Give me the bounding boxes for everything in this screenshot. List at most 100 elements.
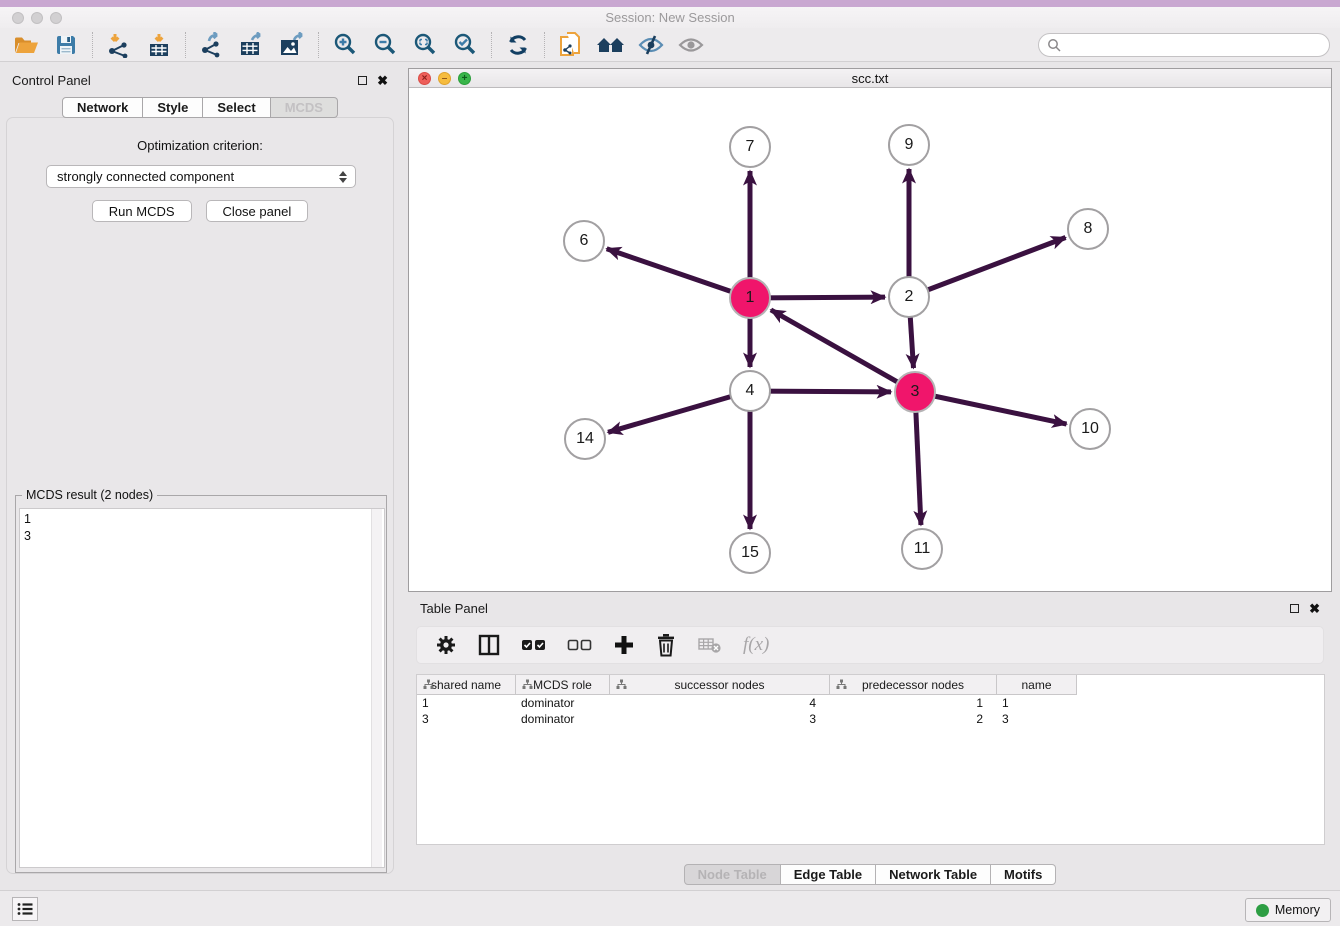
export-network-icon — [199, 32, 225, 58]
zoom-fit-button[interactable] — [409, 31, 441, 59]
select-all-button[interactable] — [521, 637, 547, 653]
birds-eye-view-button[interactable] — [675, 31, 707, 59]
open-session-button[interactable] — [10, 31, 42, 59]
graph-node-11[interactable]: 11 — [901, 528, 943, 570]
trash-icon — [655, 633, 677, 657]
network-minimize-button[interactable]: – — [438, 72, 451, 85]
zoom-in-button[interactable] — [329, 31, 361, 59]
tab-network-table[interactable]: Network Table — [876, 864, 991, 885]
tab-network[interactable]: Network — [62, 97, 143, 118]
tab-mcds[interactable]: MCDS — [271, 97, 338, 118]
tab-edge-table[interactable]: Edge Table — [781, 864, 876, 885]
float-table-panel-icon[interactable] — [1290, 604, 1299, 613]
graph-node-2[interactable]: 2 — [888, 276, 930, 318]
cell-successor-nodes[interactable]: 4 — [610, 695, 830, 711]
graph-node-1[interactable]: 1 — [729, 277, 771, 319]
window-titlebar: Session: New Session — [0, 7, 1340, 28]
show-columns-button[interactable] — [477, 633, 501, 657]
zoom-fit-icon — [412, 32, 438, 58]
close-panel-button[interactable]: Close panel — [206, 200, 309, 222]
graph-node-15[interactable]: 15 — [729, 532, 771, 574]
cell-predecessor-nodes[interactable]: 1 — [830, 695, 997, 711]
delete-column-button[interactable] — [655, 633, 677, 657]
close-panel-icon[interactable]: ✖ — [377, 74, 388, 87]
control-panel-title: Control Panel — [12, 73, 91, 88]
mcds-result-text[interactable]: 1 3 — [19, 508, 385, 868]
tab-motifs[interactable]: Motifs — [991, 864, 1056, 885]
import-table-button[interactable] — [143, 31, 175, 59]
checked-boxes-icon — [521, 637, 547, 653]
refresh-icon — [505, 32, 531, 58]
result-scrollbar[interactable] — [371, 509, 382, 867]
graph-node-6[interactable]: 6 — [563, 220, 605, 262]
column-header-predecessor-nodes[interactable]: predecessor nodes — [830, 675, 997, 695]
memory-status-icon — [1256, 904, 1269, 917]
columns-icon — [477, 633, 501, 657]
plus-icon — [613, 634, 635, 656]
column-header-mcds-role[interactable]: MCDS role — [516, 675, 610, 695]
eye-icon — [677, 33, 705, 57]
tab-select[interactable]: Select — [203, 97, 270, 118]
network-window-title: scc.txt — [409, 71, 1331, 86]
create-column-button[interactable] — [613, 634, 635, 656]
cell-name[interactable]: 3 — [997, 711, 1077, 727]
cell-mcds-role[interactable]: dominator — [516, 695, 610, 711]
home-button[interactable] — [595, 31, 627, 59]
network-close-button[interactable]: × — [418, 72, 431, 85]
cell-predecessor-nodes[interactable]: 2 — [830, 711, 997, 727]
column-header-name[interactable]: name — [997, 675, 1077, 695]
optimization-criterion-select[interactable]: strongly connected component — [46, 165, 356, 188]
status-bar: Memory — [0, 890, 1340, 926]
table-row[interactable]: 3 dominator 3 2 3 — [417, 711, 1324, 727]
graph-node-3[interactable]: 3 — [894, 371, 936, 413]
import-network-button[interactable] — [103, 31, 135, 59]
export-image-icon — [278, 32, 306, 58]
run-mcds-button[interactable]: Run MCDS — [92, 200, 192, 222]
control-panel: Control Panel ✖ Network Style Select MCD… — [0, 68, 400, 880]
network-maximize-button[interactable]: + — [458, 72, 471, 85]
task-history-button[interactable] — [12, 897, 38, 921]
table-row[interactable]: 1 dominator 4 1 1 — [417, 695, 1324, 711]
eye-slash-icon — [637, 33, 665, 57]
cell-name[interactable]: 1 — [997, 695, 1077, 711]
search-box[interactable] — [1038, 33, 1330, 57]
table-settings-button[interactable] — [435, 634, 457, 656]
table-header-row: shared name MCDS role successor nodes pr… — [417, 675, 1324, 695]
gear-icon — [435, 634, 457, 656]
clone-network-button[interactable] — [555, 31, 587, 59]
optimization-criterion-value: strongly connected component — [57, 169, 234, 184]
graph-node-7[interactable]: 7 — [729, 126, 771, 168]
graph-node-8[interactable]: 8 — [1067, 208, 1109, 250]
zoom-selected-button[interactable] — [449, 31, 481, 59]
column-header-shared-name[interactable]: shared name — [417, 675, 516, 695]
memory-button[interactable]: Memory — [1245, 898, 1331, 922]
toggle-graphics-details-button[interactable] — [635, 31, 667, 59]
tab-style[interactable]: Style — [143, 97, 203, 118]
zoom-out-button[interactable] — [369, 31, 401, 59]
graph-node-14[interactable]: 14 — [564, 418, 606, 460]
export-table-button[interactable] — [236, 31, 268, 59]
network-window-titlebar[interactable]: scc.txt × – + — [409, 69, 1331, 88]
cell-shared-name[interactable]: 1 — [417, 695, 516, 711]
cell-successor-nodes[interactable]: 3 — [610, 711, 830, 727]
export-image-button[interactable] — [276, 31, 308, 59]
tab-node-table[interactable]: Node Table — [684, 864, 781, 885]
search-input[interactable] — [1065, 35, 1329, 55]
table-panel-tabs: Node Table Edge Table Network Table Moti… — [408, 864, 1332, 885]
export-network-button[interactable] — [196, 31, 228, 59]
save-session-button[interactable] — [50, 31, 82, 59]
cell-mcds-role[interactable]: dominator — [516, 711, 610, 727]
column-header-successor-nodes[interactable]: successor nodes — [610, 675, 830, 695]
deselect-all-button[interactable] — [567, 637, 593, 653]
close-table-panel-icon[interactable]: ✖ — [1309, 602, 1320, 615]
delete-table-icon — [697, 635, 723, 655]
float-panel-icon[interactable] — [358, 76, 367, 85]
refresh-view-button[interactable] — [502, 31, 534, 59]
graph-node-10[interactable]: 10 — [1069, 408, 1111, 450]
table-panel-title: Table Panel — [420, 601, 488, 616]
cell-shared-name[interactable]: 3 — [417, 711, 516, 727]
network-canvas[interactable]: 7 9 6 8 1 2 4 3 14 10 15 11 — [409, 88, 1331, 591]
graph-node-4[interactable]: 4 — [729, 370, 771, 412]
zoom-selected-icon — [452, 32, 478, 58]
graph-node-9[interactable]: 9 — [888, 124, 930, 166]
